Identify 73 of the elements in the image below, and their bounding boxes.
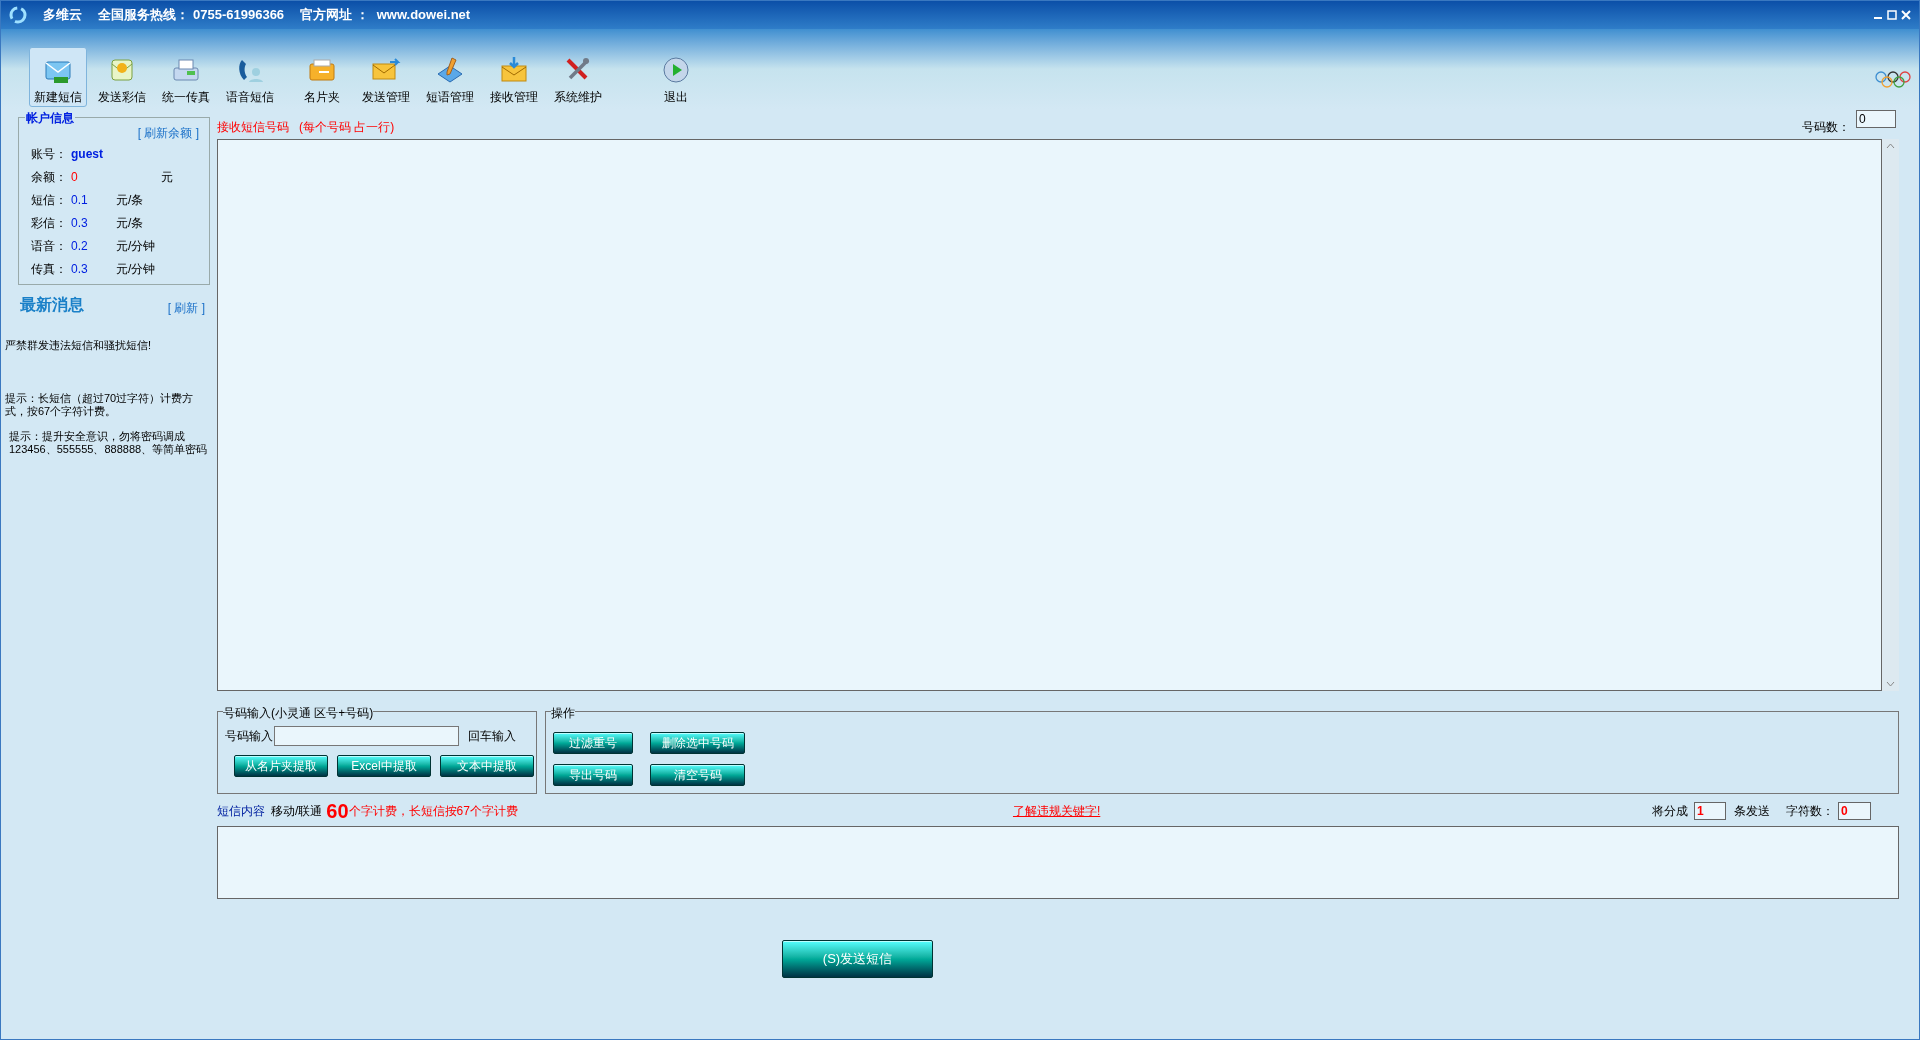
- toolbar-button[interactable]: 发送管理: [357, 47, 415, 107]
- operation-button[interactable]: 过滤重号: [553, 732, 633, 754]
- hotline-label: 全国服务热线：: [98, 6, 189, 25]
- toolbar-button[interactable]: 发送彩信: [93, 47, 151, 107]
- field-label: 短信：: [31, 191, 68, 209]
- refresh-news-link[interactable]: [ 刷新 ]: [167, 299, 205, 317]
- maximize-icon[interactable]: [1887, 10, 1897, 20]
- split-count-field[interactable]: 1: [1694, 802, 1726, 820]
- field-value: 0: [71, 168, 79, 186]
- website-address: www.dowei.net: [376, 6, 471, 25]
- number-count-field[interactable]: 0: [1856, 110, 1896, 128]
- news-message: 提示：长短信（超过70过字符）计费方式，按67个字符计费。: [5, 392, 195, 418]
- split-unit: 条发送: [1734, 803, 1770, 820]
- unit-label: 元/分钟: [116, 260, 156, 278]
- field-value: 0.1: [71, 191, 89, 209]
- recipients-hint: (每个号码 占一行): [299, 119, 395, 136]
- field-label: 账号：: [31, 145, 68, 163]
- split-label: 将分成: [1652, 803, 1688, 820]
- scrollbar[interactable]: [1882, 139, 1899, 691]
- number-input-field[interactable]: [274, 726, 459, 746]
- keywords-link[interactable]: 了解违规关键字!: [1012, 802, 1101, 820]
- number-count-label: 号码数：: [1802, 119, 1850, 136]
- unit-label: 元/条: [116, 214, 144, 232]
- char-limit: 60: [326, 801, 349, 821]
- news-message: 提示：提升安全意识，勿将密码调成123456、555555、888888、等简单密码: [8, 430, 209, 456]
- field-value: 0.3: [71, 260, 89, 278]
- message-textarea[interactable]: [217, 826, 1899, 899]
- unit-label: 元/条: [116, 191, 144, 209]
- billing-note: 个字计费，长短信按67个字计费: [348, 803, 518, 820]
- toolbar-button[interactable]: 退出: [647, 47, 705, 107]
- operation-button[interactable]: 删除选中号码: [650, 732, 745, 754]
- extract-button[interactable]: 文本中提取: [440, 755, 534, 777]
- close-icon[interactable]: [1901, 10, 1911, 20]
- recipients-label: 接收短信号码: [217, 119, 289, 136]
- field-value: 0.2: [71, 237, 89, 255]
- toolbar-button[interactable]: 新建短信: [29, 47, 87, 107]
- toolbar-button[interactable]: 接收管理: [485, 47, 543, 107]
- send-button[interactable]: (S)发送短信: [782, 940, 933, 978]
- extract-button[interactable]: 从名片夹提取: [234, 755, 328, 777]
- field-label: 号码输入: [225, 728, 273, 745]
- unit-label: 元/分钟: [116, 237, 156, 255]
- rings-icon: [1875, 71, 1911, 89]
- enter-hint: 回车输入: [468, 728, 516, 745]
- refresh-balance-link[interactable]: [ 刷新余额 ]: [137, 124, 199, 142]
- field-value: guest: [71, 145, 104, 163]
- char-count-label: 字符数：: [1786, 803, 1834, 820]
- toolbar-button[interactable]: 系统维护: [549, 47, 607, 107]
- extract-button[interactable]: Excel中提取: [337, 755, 431, 777]
- hotline-number: 0755-61996366: [193, 6, 285, 25]
- logo-icon: [9, 6, 27, 24]
- field-label: 语音：: [31, 237, 68, 255]
- char-count-field[interactable]: 0: [1838, 802, 1871, 820]
- toolbar-button[interactable]: 名片夹: [293, 47, 351, 107]
- group-title: 操作: [551, 704, 575, 722]
- field-label: 传真：: [31, 260, 68, 278]
- field-label: 余额：: [31, 168, 68, 186]
- toolbar-button[interactable]: 短语管理: [421, 47, 479, 107]
- news-message: 严禁群发违法短信和骚扰短信!: [5, 339, 153, 352]
- unit-label: 元: [161, 168, 173, 186]
- operation-button[interactable]: 导出号码: [553, 764, 633, 786]
- play-icon: [660, 54, 692, 86]
- toolbar-button[interactable]: 语音短信: [221, 47, 279, 107]
- operation-button[interactable]: 清空号码: [650, 764, 745, 786]
- website-label: 官方网址 ：: [300, 6, 369, 25]
- app-name: 多维云: [43, 6, 82, 25]
- panel-title: 帐户信息: [25, 109, 75, 127]
- toolbar-button[interactable]: 统一传真: [157, 47, 215, 107]
- field-label: 彩信：: [31, 214, 68, 232]
- news-title: 最新消息: [20, 295, 84, 315]
- group-title: 号码输入(小灵通 区号+号码): [223, 704, 374, 722]
- field-value: 0.3: [71, 214, 89, 232]
- content-label: 短信内容: [217, 803, 265, 820]
- carrier-label: 移动/联通: [271, 803, 323, 820]
